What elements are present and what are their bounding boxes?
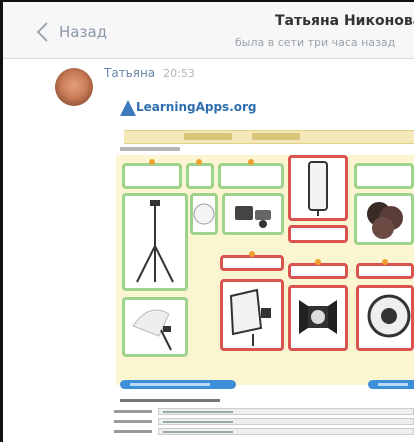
learningapps-tab xyxy=(184,133,232,140)
beauty-dish-icon xyxy=(367,294,411,338)
label-card xyxy=(122,163,182,189)
color-gels-icon xyxy=(367,202,403,239)
screen-border-left xyxy=(0,0,3,442)
link-field[interactable] xyxy=(158,418,414,425)
softbox-image-card xyxy=(220,279,284,351)
link-field[interactable] xyxy=(158,408,414,415)
learningapps-header: LearningApps.org xyxy=(106,90,414,128)
back-button[interactable]: Назад xyxy=(33,20,107,44)
flash-image-card xyxy=(222,193,284,235)
pin-icon xyxy=(382,259,388,265)
drop-zone-card[interactable] xyxy=(356,263,414,279)
learningapps-logo: LearningApps.org xyxy=(136,100,257,114)
softbox-image-card xyxy=(288,155,348,221)
softbox-strip-icon xyxy=(308,161,328,216)
back-button-label: Назад xyxy=(59,23,108,41)
message-image[interactable]: LearningApps.org xyxy=(106,90,414,442)
chat-header: Назад Татьяна Никонова была в сети три ч… xyxy=(3,2,414,59)
softbox-square-icon xyxy=(229,288,271,346)
link-text xyxy=(163,431,233,433)
beauty-dish-image-card xyxy=(356,285,414,351)
section-heading xyxy=(120,399,220,402)
learningapps-tab xyxy=(252,133,300,140)
link-field[interactable] xyxy=(158,428,414,435)
pin-icon xyxy=(149,159,155,165)
app-action-button-label xyxy=(130,383,210,386)
contact-info[interactable]: Татьяна Никонова была в сети три часа на… xyxy=(235,13,414,49)
app-action-button[interactable] xyxy=(120,380,236,389)
label-card xyxy=(186,163,214,189)
contact-status: была в сети три часа назад xyxy=(235,36,396,49)
gels-image-card xyxy=(354,193,414,245)
message-time: 20:53 xyxy=(163,67,195,80)
row-key xyxy=(114,430,152,433)
link-text xyxy=(163,421,233,423)
app-action-button[interactable] xyxy=(368,380,414,389)
contact-name: Татьяна Никонова xyxy=(275,13,414,29)
label-card xyxy=(218,163,284,189)
table-row xyxy=(114,428,414,435)
chevron-left-icon xyxy=(36,22,48,42)
fresnel-image-card xyxy=(288,285,348,351)
row-key xyxy=(114,410,152,413)
label-card xyxy=(354,163,414,189)
learningapps-logo-icon xyxy=(120,100,136,116)
tripod-image-card xyxy=(122,193,188,291)
reflector-disc-icon xyxy=(193,203,215,225)
barn-doors-light-icon xyxy=(299,300,337,334)
app-action-button-label xyxy=(378,383,408,386)
exercise-title xyxy=(120,147,180,151)
umbrella-light-icon xyxy=(132,309,172,351)
umbrella-image-card xyxy=(122,297,188,357)
tripod-stand-icon xyxy=(136,200,174,283)
link-text xyxy=(163,411,233,413)
table-row xyxy=(114,408,414,415)
avatar[interactable] xyxy=(55,68,93,106)
pin-icon xyxy=(315,259,321,265)
reflector-image-card xyxy=(190,193,218,235)
pin-icon xyxy=(249,251,255,257)
sender-name[interactable]: Татьяна xyxy=(104,66,155,80)
drop-zone-card[interactable] xyxy=(288,263,348,279)
flash-unit-icon xyxy=(235,206,271,228)
learningapps-tabs xyxy=(124,130,414,144)
pin-icon xyxy=(248,159,254,165)
table-row xyxy=(114,418,414,425)
message-meta: Татьяна 20:53 xyxy=(104,66,195,80)
row-key xyxy=(114,420,152,423)
exercise-board xyxy=(116,155,414,385)
pin-icon xyxy=(196,159,202,165)
drop-zone-card[interactable] xyxy=(288,225,348,243)
drop-zone-card[interactable] xyxy=(220,255,284,271)
